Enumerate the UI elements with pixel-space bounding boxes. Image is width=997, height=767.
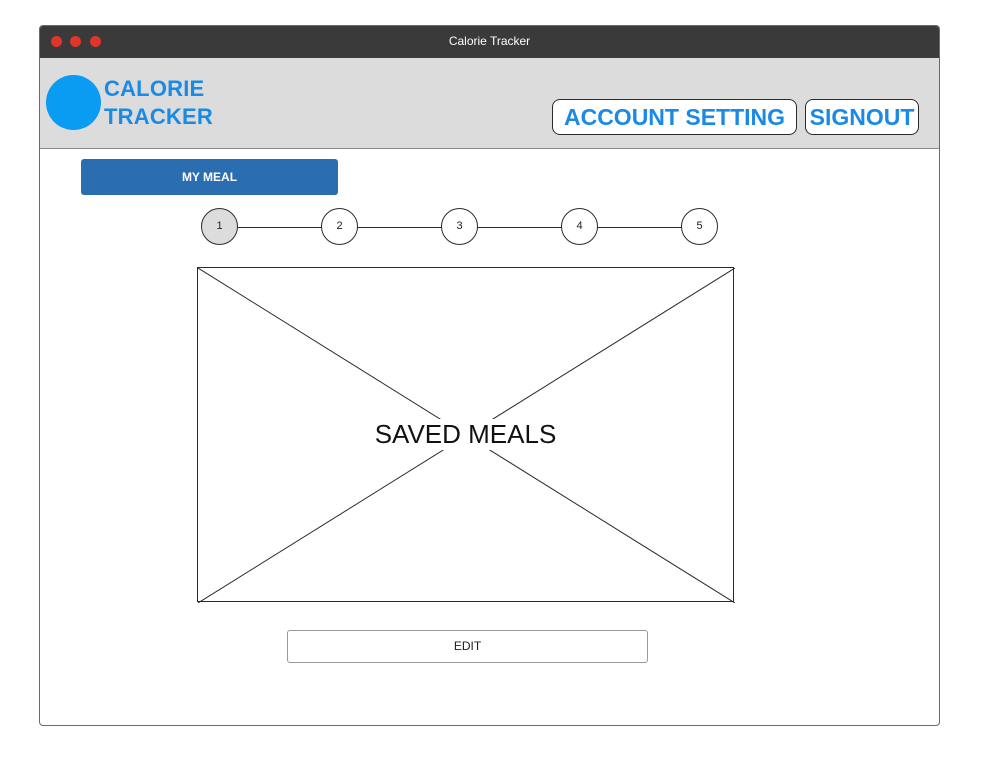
step-3[interactable]: 3	[441, 208, 478, 245]
window-title: Calorie Tracker	[448, 34, 531, 48]
brand-name-line2: TRACKER	[104, 104, 213, 129]
account-setting-button[interactable]: ACCOUNT SETTING	[552, 99, 797, 135]
saved-meals-label-wrap: SAVED MEALS	[198, 419, 733, 450]
edit-button[interactable]: EDIT	[287, 630, 648, 663]
saved-meals-label: SAVED MEALS	[370, 419, 561, 450]
step-4[interactable]: 4	[561, 208, 598, 245]
my-meal-button[interactable]: MY MEAL	[81, 159, 338, 195]
logo-icon	[46, 75, 101, 130]
step-5[interactable]: 5	[681, 208, 718, 245]
step-1[interactable]: 1	[201, 208, 238, 245]
step-2[interactable]: 2	[321, 208, 358, 245]
app-window: Calorie Tracker CALORIE TRACKER ACCOUNT …	[39, 25, 940, 726]
title-bar: Calorie Tracker	[40, 26, 939, 58]
app-header: CALORIE TRACKER ACCOUNT SETTING SIGNOUT	[40, 58, 939, 149]
brand-name-line1: CALORIE	[104, 76, 205, 101]
saved-meals-image-placeholder: SAVED MEALS	[197, 267, 735, 603]
signout-button[interactable]: SIGNOUT	[805, 99, 919, 135]
